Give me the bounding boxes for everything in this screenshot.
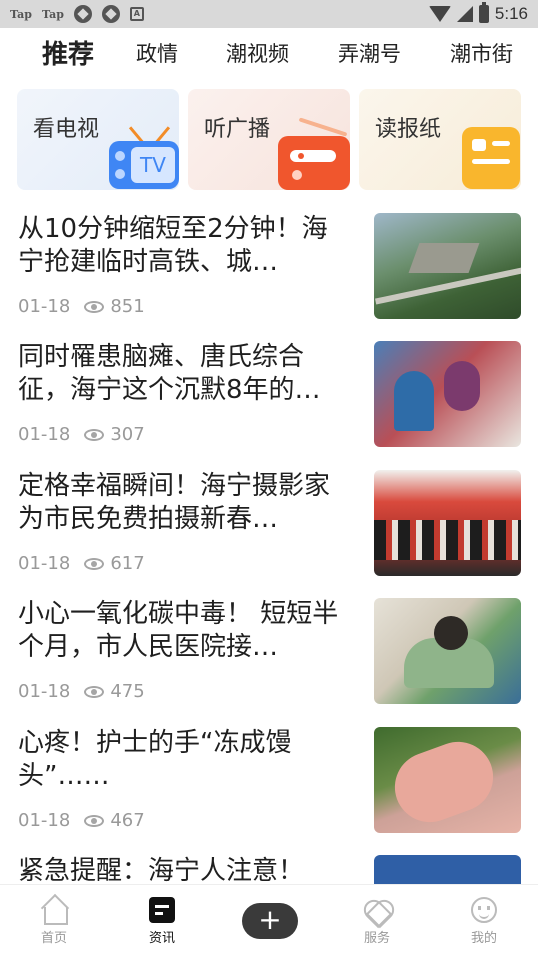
views-icon — [84, 557, 105, 570]
nav-news-label: 资讯 — [148, 931, 175, 946]
nav-home[interactable]: 首页 — [14, 897, 94, 946]
home-icon — [41, 897, 68, 925]
tab-market[interactable]: 潮市街 — [450, 38, 513, 68]
news-thumbnail — [374, 470, 521, 576]
news-title: 定格幸福瞬间！海宁摄影家为市民免费拍摄新春… — [18, 471, 331, 534]
news-icon — [149, 897, 175, 923]
radio-icon — [278, 136, 350, 190]
news-date: 01-18 — [18, 681, 71, 702]
status-left: Tap Tap A — [10, 5, 144, 23]
news-views: 307 — [110, 424, 145, 445]
news-thumbnail — [374, 727, 521, 833]
news-title: 心疼！护士的手“冻成馒头”…… — [18, 728, 292, 791]
bottom-nav: 首页 资讯 + 服务 我的 — [0, 884, 538, 956]
news-views: 851 — [110, 296, 145, 317]
listen-radio-card[interactable]: 听广播 — [188, 89, 350, 190]
tab-video[interactable]: 潮视频 — [226, 38, 289, 68]
tap-label-1: Tap — [10, 7, 32, 21]
views-icon — [84, 814, 105, 827]
nav-mine[interactable]: 我的 — [444, 897, 524, 946]
nav-home-label: 首页 — [40, 931, 67, 946]
news-thumbnail — [374, 598, 521, 704]
tap-label-2: Tap — [41, 7, 64, 21]
news-thumbnail — [374, 855, 521, 884]
news-thumbnail — [374, 213, 521, 319]
news-date: 01-18 — [18, 296, 71, 317]
read-newspaper-card[interactable]: 读报纸 — [359, 89, 521, 190]
news-meta: 01-18 467 — [18, 810, 145, 831]
views-icon — [84, 685, 105, 698]
news-item[interactable]: 定格幸福瞬间！海宁摄影家为市民免费拍摄新春… 01-18 617 — [0, 470, 538, 598]
heart-icon — [362, 897, 392, 923]
news-date: 01-18 — [18, 810, 71, 831]
news-title: 从10分钟缩短至2分钟！海宁抢建临时高铁、城… — [18, 214, 328, 277]
news-title: 紧急提醒：海宁人注意！ — [18, 856, 305, 884]
channel-tabs: 推荐 政情 潮视频 弄潮号 潮市街 — [0, 28, 538, 78]
news-item[interactable]: 紧急提醒：海宁人注意！ — [0, 855, 538, 884]
nav-mine-label: 我的 — [470, 931, 497, 946]
watch-tv-label: 看电视 — [33, 117, 100, 142]
news-item[interactable]: 从10分钟缩短至2分钟！海宁抢建临时高铁、城… 01-18 851 — [0, 213, 538, 341]
notification-icon — [73, 5, 92, 23]
views-icon — [84, 428, 105, 441]
nav-service-label: 服务 — [363, 931, 390, 946]
news-item[interactable]: 心疼！护士的手“冻成馒头”…… 01-18 467 — [0, 727, 538, 855]
plus-icon[interactable]: + — [242, 903, 298, 939]
nav-news[interactable]: 资讯 — [122, 897, 202, 946]
watch-tv-card[interactable]: 看电视 TV — [17, 89, 179, 190]
news-meta: 01-18 307 — [18, 424, 145, 445]
news-thumbnail — [374, 341, 521, 447]
news-title: 同时罹患脑瘫、唐氏综合征，海宁这个沉默8年的… — [18, 342, 321, 405]
news-date: 01-18 — [18, 553, 71, 574]
news-meta: 01-18 617 — [18, 553, 145, 574]
read-newspaper-label: 读报纸 — [375, 117, 442, 142]
tab-recommend[interactable]: 推荐 — [42, 34, 94, 71]
newspaper-icon — [462, 127, 520, 189]
news-item[interactable]: 同时罹患脑瘫、唐氏综合征，海宁这个沉默8年的… 01-18 307 — [0, 341, 538, 469]
news-views: 617 — [110, 553, 145, 574]
news-meta: 01-18 475 — [18, 681, 145, 702]
app-icon: A — [129, 7, 144, 21]
signal-icon — [456, 6, 473, 22]
tv-icon: TV — [109, 141, 179, 189]
listen-radio-label: 听广播 — [204, 117, 271, 142]
radio-handle — [298, 117, 348, 137]
face-icon — [471, 897, 497, 923]
news-meta: 01-18 851 — [18, 296, 145, 317]
news-title: 小心一氧化碳中毒！ 短短半个月，市人民医院接… — [18, 599, 339, 662]
nav-service[interactable]: 服务 — [337, 897, 417, 946]
status-right: 5:16 — [428, 2, 528, 24]
status-bar: Tap Tap A 5:16 — [0, 0, 538, 28]
status-time: 5:16 — [494, 4, 528, 23]
news-views: 475 — [110, 681, 145, 702]
notification-icon — [101, 5, 120, 23]
news-date: 01-18 — [18, 424, 71, 445]
battery-icon — [478, 2, 489, 23]
wifi-icon — [428, 6, 451, 22]
tab-account[interactable]: 弄潮号 — [338, 38, 401, 68]
news-item[interactable]: 小心一氧化碳中毒！ 短短半个月，市人民医院接… 01-18 475 — [0, 598, 538, 726]
views-icon — [84, 300, 105, 313]
news-views: 467 — [110, 810, 145, 831]
tab-politics[interactable]: 政情 — [136, 38, 178, 68]
tv-icon-text: TV — [131, 147, 175, 183]
